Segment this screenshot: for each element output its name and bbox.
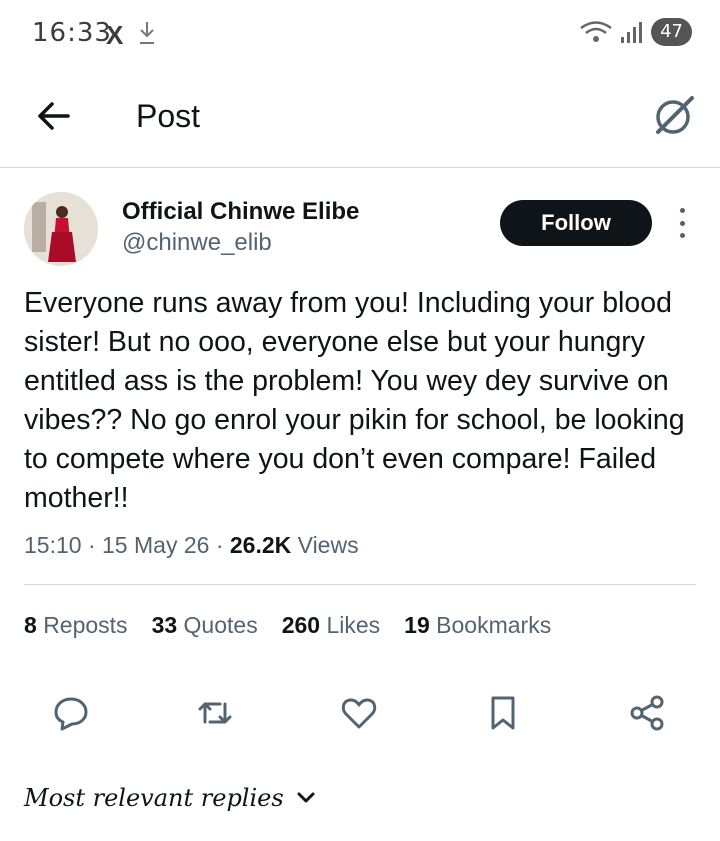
follow-button[interactable]: Follow <box>500 200 652 246</box>
post-stats: 8 Reposts 33 Quotes 260 Likes 19 Bookmar… <box>24 612 551 639</box>
wifi-icon <box>580 21 612 42</box>
share-icon[interactable] <box>628 694 666 732</box>
reply-icon[interactable] <box>52 694 90 732</box>
bookmark-icon[interactable] <box>484 694 522 732</box>
views-label[interactable]: Views <box>298 532 359 558</box>
avatar-image <box>24 192 98 266</box>
header-divider <box>0 167 720 168</box>
heart-icon[interactable] <box>340 694 378 732</box>
views-count: 26.2K <box>229 532 292 558</box>
author-name[interactable]: Official Chinwe Elibe <box>122 198 359 226</box>
reposts-stat[interactable]: 8 Reposts <box>24 612 128 639</box>
meta-separator: · <box>87 532 103 558</box>
post-date: 15 May 26 <box>102 532 210 558</box>
status-time: 16:33 <box>32 18 112 48</box>
status-icons: 47 <box>579 18 692 46</box>
post-time: 15:10 <box>24 532 82 558</box>
author-handle[interactable]: @chinwe_elib <box>122 229 272 257</box>
meta-divider <box>24 584 696 585</box>
avatar[interactable] <box>24 192 98 266</box>
likes-stat[interactable]: 260 Likes <box>282 612 380 639</box>
quotes-stat[interactable]: 33 Quotes <box>152 612 258 639</box>
replies-sort-label: Most relevant replies <box>24 784 284 812</box>
more-options-icon[interactable] <box>676 208 688 238</box>
meta-separator: · <box>215 532 230 558</box>
grok-icon[interactable] <box>652 94 696 138</box>
replies-sort-dropdown[interactable]: Most relevant replies <box>24 784 316 812</box>
back-arrow-icon[interactable] <box>34 96 74 136</box>
post-meta: 15:10 · 15 May 26 · 26.2K Views <box>24 532 359 559</box>
download-icon <box>140 22 154 44</box>
signal-icon <box>621 22 643 43</box>
repost-icon[interactable] <box>196 694 234 732</box>
post-text: Everyone runs away from you! Including y… <box>24 287 685 514</box>
x-app-icon: X <box>106 20 124 50</box>
page-title: Post <box>136 98 201 134</box>
bookmarks-stat[interactable]: 19 Bookmarks <box>404 612 551 639</box>
chevron-down-icon <box>297 792 315 803</box>
battery-indicator: 47 <box>651 18 692 46</box>
